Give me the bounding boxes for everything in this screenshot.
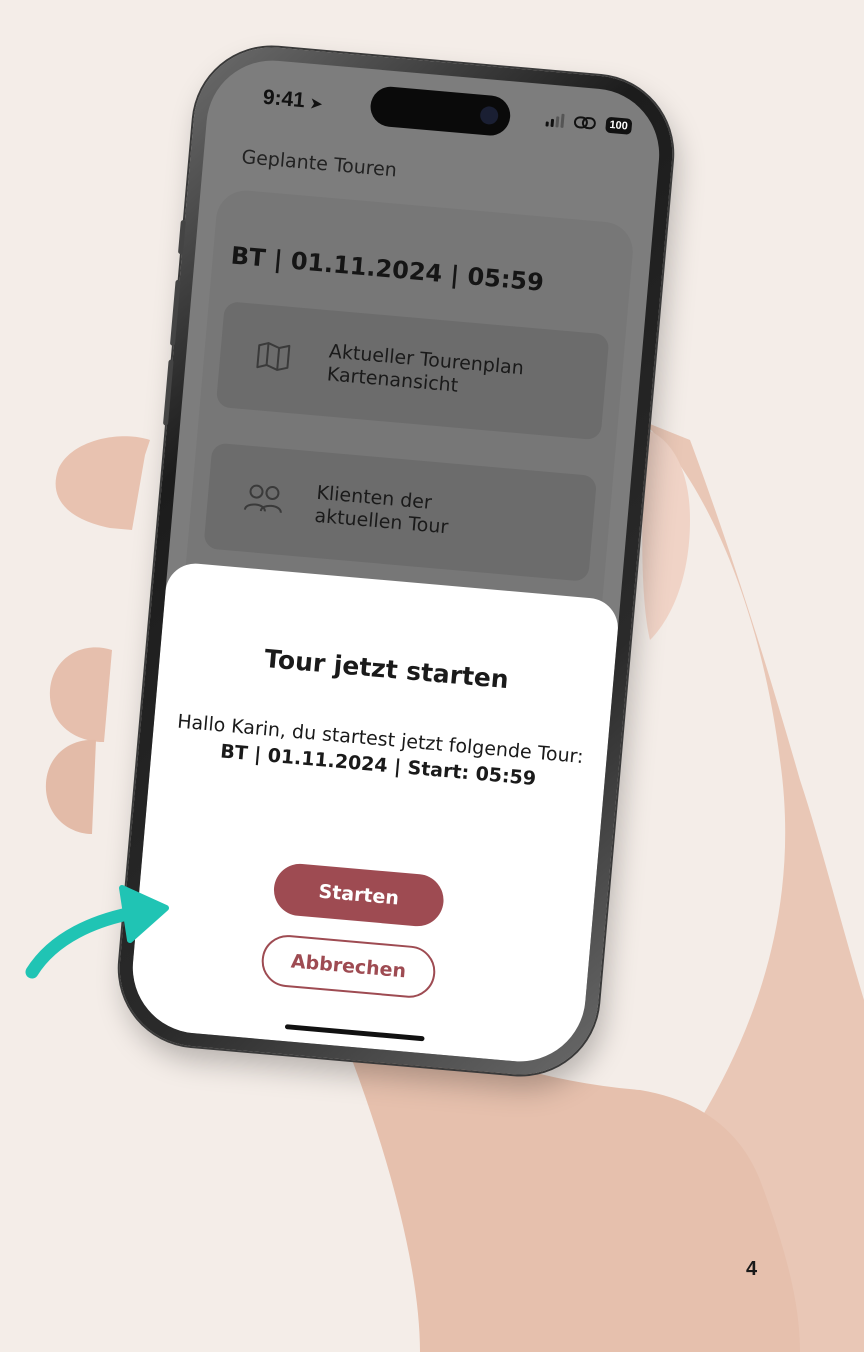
curved-arrow-icon xyxy=(25,885,169,979)
page-number: 4 xyxy=(746,1258,758,1280)
